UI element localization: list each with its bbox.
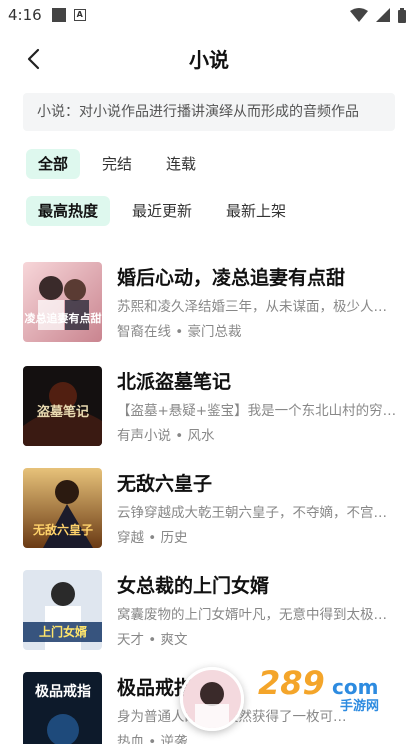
book-cover: 盗墓笔记	[23, 366, 102, 446]
book-description: 【盗墓+悬疑+鉴宝】我是一个东北山村的穷…	[117, 403, 397, 419]
book-description: 苏熙和凌久泽结婚三年，从未谋面，极少人…	[117, 299, 387, 315]
list-item[interactable]: 凌总追妻有点甜 婚后心动，凌总追妻有点甜 苏熙和凌久泽结婚三年，从未谋面，极少人…	[0, 262, 418, 344]
floating-player-button[interactable]	[180, 667, 244, 731]
book-cover: 无敌六皇子	[23, 468, 102, 548]
book-tags: 穿越 • 历史	[117, 530, 188, 546]
book-title: 北派盗墓笔记	[117, 371, 232, 393]
status-bar: 4:16 A	[0, 0, 418, 30]
book-tags: 天才 • 爽文	[117, 632, 188, 648]
cover-text: 极品戒指	[35, 683, 91, 700]
tab-newest[interactable]: 最新上架	[214, 196, 298, 226]
notification-icon	[51, 8, 66, 22]
signal-icon	[376, 8, 390, 22]
book-tags: 热血 • 逆袭	[117, 734, 188, 744]
cover-text: 无敌六皇子	[32, 522, 93, 537]
category-description: 小说：对小说作品进行播讲演绎从而形成的音频作品	[23, 93, 395, 131]
page-title: 小说	[189, 48, 229, 72]
nav-bar: 小说	[0, 38, 418, 80]
keyboard-icon: A	[73, 9, 86, 21]
battery-icon	[398, 7, 406, 23]
list-item[interactable]: 上门女婿 女总裁的上门女婿 窝囊废物的上门女婿叶凡，无意中得到太极… 天才 • …	[0, 570, 418, 652]
book-description: 云铮穿越成大乾王朝六皇子，不夺嫡，不宫…	[117, 505, 387, 521]
book-description: 身为普通人的某天突然获得了一枚可…	[117, 705, 397, 725]
status-filter-tabs: 全部 完结 连载	[26, 149, 208, 179]
book-title: 女总裁的上门女婿	[117, 575, 270, 597]
book-cover: 极品戒指	[23, 672, 102, 744]
tab-serializing[interactable]: 连载	[154, 149, 208, 179]
book-cover: 凌总追妻有点甜	[23, 262, 102, 342]
cover-text: 上门女婿	[39, 624, 87, 639]
book-title: 婚后心动，凌总追妻有点甜	[117, 267, 346, 289]
cover-text: 凌总追妻有点甜	[25, 311, 102, 325]
book-description: 窝囊废物的上门女婿叶凡，无意中得到太极…	[117, 607, 387, 623]
book-cover: 上门女婿	[23, 570, 102, 650]
sort-filter-tabs: 最高热度 最近更新 最新上架	[26, 196, 298, 226]
wifi-icon	[350, 8, 368, 22]
cover-text: 盗墓笔记	[37, 404, 89, 420]
status-time: 4:16	[8, 6, 42, 24]
tab-recently-updated[interactable]: 最近更新	[120, 196, 204, 226]
tab-hottest[interactable]: 最高热度	[26, 196, 111, 226]
tab-finished[interactable]: 完结	[90, 149, 144, 179]
tab-all[interactable]: 全部	[26, 149, 81, 179]
list-item[interactable]: 盗墓笔记 北派盗墓笔记 【盗墓+悬疑+鉴宝】我是一个东北山村的穷… 有声小说 •…	[0, 366, 418, 448]
book-tags: 智裔在线 • 豪门总裁	[117, 324, 242, 340]
list-item[interactable]: 无敌六皇子 无敌六皇子 云铮穿越成大乾王朝六皇子，不夺嫡，不宫… 穿越 • 历史	[0, 468, 418, 550]
book-title: 无敌六皇子	[117, 473, 213, 495]
book-tags: 有声小说 • 风水	[117, 428, 215, 444]
